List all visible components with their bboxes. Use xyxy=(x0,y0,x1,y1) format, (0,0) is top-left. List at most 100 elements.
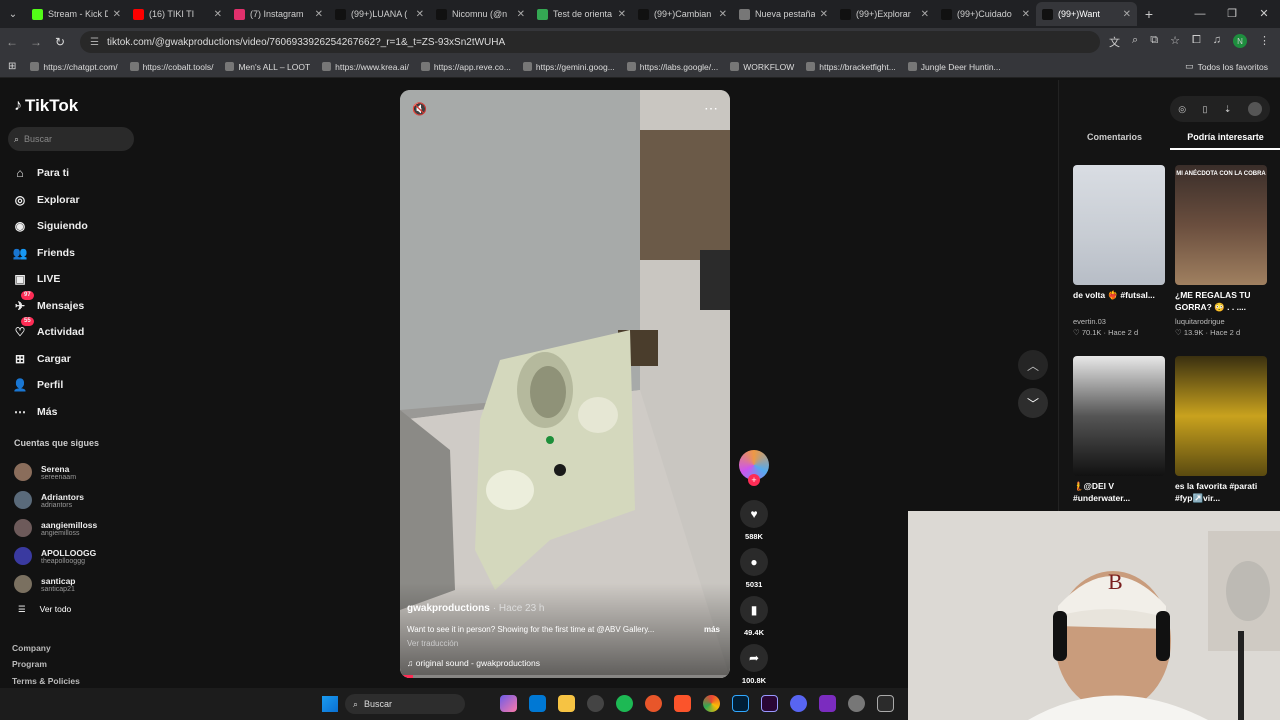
video-thumbnail[interactable] xyxy=(1175,356,1267,476)
menu-icon[interactable]: ⋮ xyxy=(1259,34,1270,50)
download-icon[interactable]: ⇣ xyxy=(1224,104,1232,115)
sidebar-item-perfil[interactable]: 👤 Perfil xyxy=(12,372,88,399)
comment-button[interactable]: ● xyxy=(740,548,768,576)
following-account[interactable]: Adriantors adriantors xyxy=(14,486,97,514)
video-card[interactable]: es la favorita #parati #fyp↗️vir... xyxy=(1175,356,1267,506)
install-app-icon[interactable]: ⧉ xyxy=(1150,34,1158,50)
spotify-icon[interactable] xyxy=(616,695,633,712)
app-icon[interactable] xyxy=(645,695,662,712)
sidebar-item-live[interactable]: ▣ LIVE xyxy=(12,266,88,293)
description-more-link[interactable]: más xyxy=(704,625,720,634)
discord-icon[interactable] xyxy=(790,695,807,712)
browser-tab[interactable]: (7) Instagram ✕ xyxy=(228,2,329,26)
browser-tab[interactable]: (99+)LUANA (✕ xyxy=(329,2,430,26)
next-video-button[interactable]: ﹀ xyxy=(1018,388,1048,418)
apps-icon[interactable]: ⊞ xyxy=(8,61,16,72)
tiktok-logo[interactable]: ♪ TikTok xyxy=(14,96,78,116)
all-bookmarks-folder[interactable]: ▭ Todos los favoritos xyxy=(1185,61,1268,72)
profile-avatar[interactable]: N xyxy=(1233,34,1247,48)
bookmark-item[interactable]: https://cobalt.tools/ xyxy=(129,62,213,72)
following-account[interactable]: APOLLOOGG theapollooggg xyxy=(14,542,97,570)
sidebar-item-siguiendo[interactable]: ◉ Siguiendo xyxy=(12,213,88,240)
close-window-button[interactable]: ✕ xyxy=(1248,0,1280,28)
sidebar-item-más[interactable]: ⋯ Más xyxy=(12,399,88,426)
browser-tab[interactable]: (99+)Want ✕ xyxy=(1036,2,1137,26)
tab-close-icon[interactable]: ✕ xyxy=(1022,9,1030,20)
card-author[interactable]: luquitarodrigue xyxy=(1175,317,1267,326)
following-account[interactable]: Serena sereenaam xyxy=(14,458,97,486)
outlook-icon[interactable] xyxy=(529,695,546,712)
extensions-icon[interactable]: ⧠ xyxy=(1192,34,1201,50)
restore-button[interactable]: ❐ xyxy=(1216,0,1248,28)
tab-close-icon[interactable]: ✕ xyxy=(113,9,121,20)
share-button[interactable]: ➦ xyxy=(740,644,768,672)
card-title[interactable]: es la favorita #parati #fyp↗️vir... xyxy=(1175,480,1267,506)
video-more-icon[interactable]: ⋯ xyxy=(704,100,718,117)
taskbar-search[interactable]: ⌕ Buscar xyxy=(345,694,465,714)
premiere-icon[interactable] xyxy=(761,695,778,712)
translate-link[interactable]: Ver traducción xyxy=(407,639,458,648)
bookmark-item[interactable]: https://chatgpt.com/ xyxy=(30,62,118,72)
photoshop-icon[interactable] xyxy=(732,695,749,712)
browser-tab[interactable]: Nicomnu (@n ✕ xyxy=(430,2,531,26)
card-title[interactable]: de volta ❤️‍🔥 #futsal... xyxy=(1073,289,1165,315)
save-button[interactable]: ▮ xyxy=(740,596,768,624)
capture-app-icon[interactable] xyxy=(819,695,836,712)
previous-video-button[interactable]: ︿ xyxy=(1018,350,1048,380)
sidebar-item-cargar[interactable]: ⊞ Cargar xyxy=(12,346,88,373)
explorer-icon[interactable] xyxy=(558,695,575,712)
epic-games-icon[interactable] xyxy=(877,695,894,712)
footer-link[interactable]: Terms & Policies xyxy=(12,673,80,689)
sidebar-item-explorar[interactable]: ◎ Explorar xyxy=(12,187,88,214)
windows-start-icon[interactable] xyxy=(322,696,338,712)
bookmark-item[interactable]: https://www.krea.ai/ xyxy=(322,62,409,72)
sidebar-item-mensajes[interactable]: ✈ 97 Mensajes xyxy=(12,290,88,320)
tab-close-icon[interactable]: ✕ xyxy=(315,9,323,20)
new-tab-button[interactable]: + xyxy=(1137,6,1161,22)
following-account[interactable]: santicap santicap21 xyxy=(14,570,97,598)
user-avatar[interactable] xyxy=(1247,102,1262,116)
video-thumbnail[interactable]: MI ANÉCDOTA CON LA COBRA xyxy=(1175,165,1267,285)
minimize-button[interactable]: — xyxy=(1184,0,1216,28)
browser-tab[interactable]: (99+)Cuidado ✕ xyxy=(935,2,1036,26)
video-card[interactable]: MI ANÉCDOTA CON LA COBRA ¿ME REGALAS TU G… xyxy=(1175,165,1267,337)
footer-link[interactable]: Company xyxy=(12,640,80,656)
forward-button[interactable]: → xyxy=(24,35,48,49)
bookmark-item[interactable]: Jungle Deer Huntin... xyxy=(907,62,1001,72)
video-card[interactable]: 🧜@DEI V #underwater... xyxy=(1073,356,1165,506)
settings-icon[interactable] xyxy=(848,695,865,712)
tab-close-icon[interactable]: ✕ xyxy=(921,9,929,20)
sidebar-item-friends[interactable]: 👥 Friends xyxy=(12,240,88,267)
reload-button[interactable]: ↻ xyxy=(48,35,72,49)
footer-link[interactable]: Program xyxy=(12,656,80,672)
browser-tab[interactable]: (16) TIKI TI ✕ xyxy=(127,2,228,26)
zoom-icon[interactable]: ⌕ xyxy=(1132,34,1138,50)
tab-close-icon[interactable]: ✕ xyxy=(1123,9,1131,20)
phone-icon[interactable]: ▯ xyxy=(1202,104,1207,115)
tab-close-icon[interactable]: ✕ xyxy=(214,9,222,20)
sound-link[interactable]: ♫ original sound - gwakproductions xyxy=(407,658,540,668)
compass-icon[interactable]: ◎ xyxy=(1178,104,1186,115)
bookmark-star-icon[interactable]: ☆ xyxy=(1170,34,1180,50)
media-icon[interactable]: ♫ xyxy=(1213,34,1221,50)
site-info-icon[interactable]: ☰ xyxy=(90,37,99,48)
like-button[interactable]: ♥ xyxy=(740,500,768,528)
card-title[interactable]: ¿ME REGALAS TU GORRA? 😳 . . .... xyxy=(1175,289,1267,315)
back-button[interactable]: ← xyxy=(0,35,24,49)
sidebar-item-para-ti[interactable]: ⌂ Para ti xyxy=(12,160,88,187)
tab-close-icon[interactable]: ✕ xyxy=(517,9,525,20)
browser-tab[interactable]: Stream - Kick D ✕ xyxy=(26,2,127,26)
video-author[interactable]: gwakproductions · Hace 23 h xyxy=(407,603,545,614)
tab-search-button[interactable]: ⌄ xyxy=(0,9,26,20)
translate-icon[interactable]: 文 xyxy=(1109,34,1120,50)
tab-close-icon[interactable]: ✕ xyxy=(719,9,727,20)
bookmark-item[interactable]: https://bracketfight... xyxy=(806,62,896,72)
creator-avatar[interactable]: + xyxy=(739,450,769,486)
tab-recommended[interactable]: Podría interesarte xyxy=(1170,130,1280,150)
following-account[interactable]: aangiemilloss angiemilloss xyxy=(14,514,97,542)
sidebar-item-actividad[interactable]: ♡ 55 Actividad xyxy=(12,317,88,346)
see-all-button[interactable]: ☰ Ver todo xyxy=(14,598,97,620)
browser-tab[interactable]: Nueva pestaña ✕ xyxy=(733,2,834,26)
tab-close-icon[interactable]: ✕ xyxy=(618,9,626,20)
video-card[interactable]: de volta ❤️‍🔥 #futsal... evertin.03 ♡ 70.1… xyxy=(1073,165,1165,337)
